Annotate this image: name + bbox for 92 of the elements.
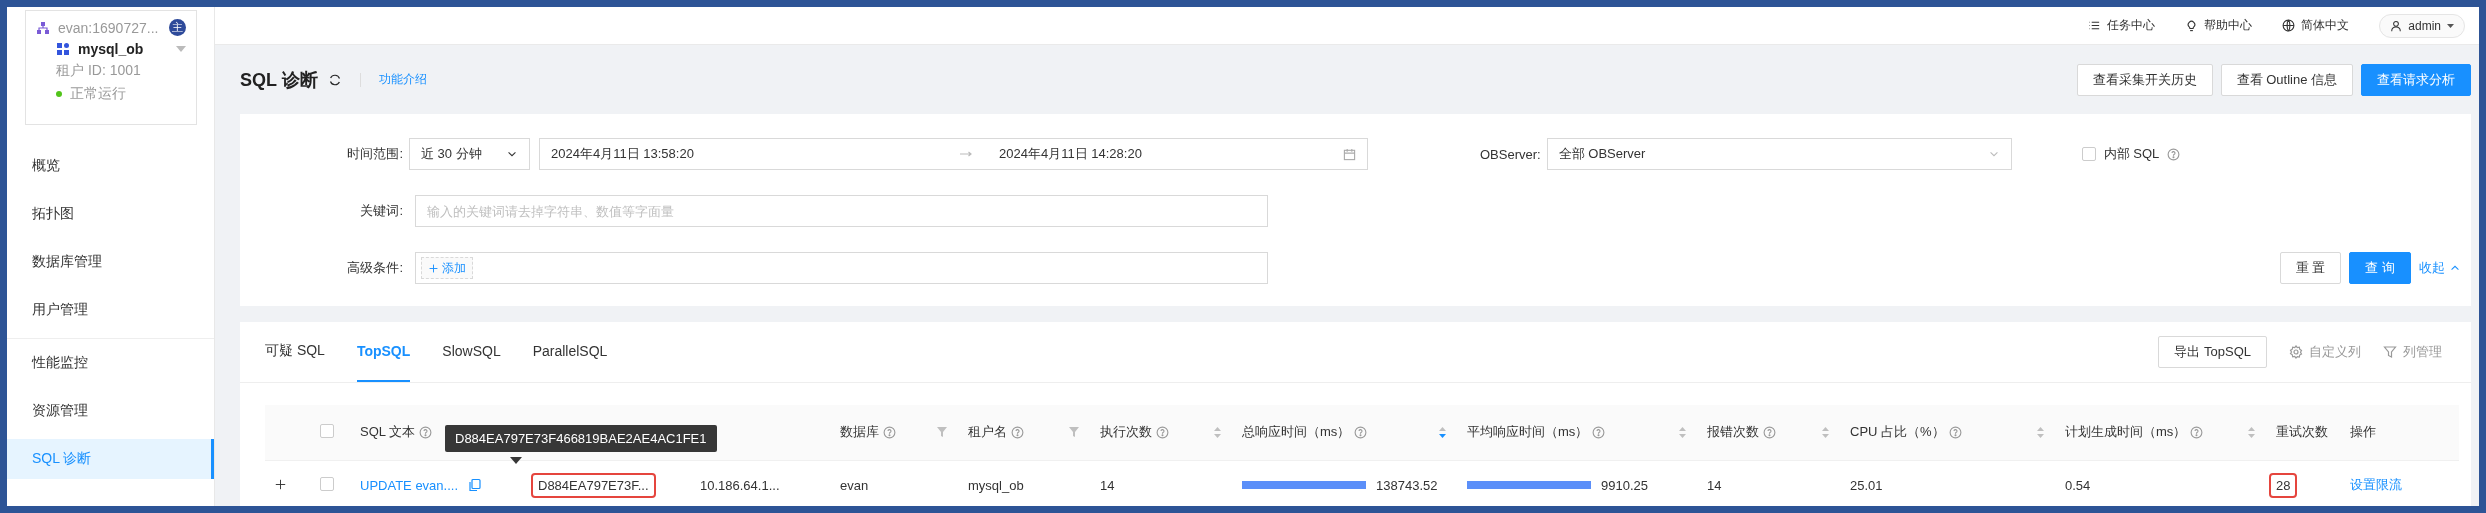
table-cell: 14 [1100,477,1115,493]
sidebar-item[interactable]: 性能监控 [7,343,214,383]
column-header: 报错次数 [1697,405,1840,460]
gear-icon [2289,345,2303,359]
table-cell: 10.186.64.1... [700,477,780,493]
column-header: 操作 [2340,405,2459,460]
caret-icon[interactable] [176,46,186,52]
topbar-link[interactable]: 简体中文 [2282,17,2350,34]
table-cell: 28 [2269,472,2298,498]
calendar-icon [1343,147,1356,161]
help-icon [2190,425,2204,439]
field-label: 高级条件: [346,259,404,277]
grid-icon [56,42,70,56]
tooltip: D884EA797E73F466819BAE2AE4AC1FE1 [445,425,717,452]
page-title: SQL 诊断 [240,68,318,92]
help-icon [1763,425,1776,439]
tab[interactable]: ParallelSQL [532,322,608,382]
help-icon [883,425,896,439]
table-cell: 0.54 [2065,477,2091,493]
topbar-link[interactable]: 任务中心 [2088,17,2156,34]
expand-icon [275,478,286,490]
topbar-link[interactable]: 帮助中心 [2185,17,2253,34]
plus-icon [428,262,439,274]
tenant-name: mysql_ob [78,41,144,57]
table-cell-text: 138743.52 [1376,477,1439,493]
table-cell-text: 9910.25 [1601,477,1649,493]
tab[interactable]: SlowSQL [442,322,501,382]
export-button[interactable]: 导出 TopSQL [2158,336,2267,368]
user-menu[interactable]: admin [2379,13,2465,38]
column-header: 计划生成时间（ms） [2055,405,2266,460]
time-preset-select[interactable]: 近 30 分钟 [409,138,530,170]
sort-icon[interactable] [1438,425,1447,439]
reset-button[interactable]: 重 置 [2279,252,2342,284]
sidebar-item[interactable]: 数据库管理 [7,242,214,282]
sort-icon[interactable] [2036,425,2045,439]
lightbulb-icon [2185,19,2199,32]
tooltip-arrow [510,457,522,464]
column-header: 总响应时间（ms） [1232,405,1457,460]
column-header: 数据库 [830,405,958,460]
column-header: 租户名 [958,405,1090,460]
sidebar-item[interactable]: 拓扑图 [7,194,214,234]
column-header: 重试次数 [2266,405,2340,460]
help-icon [419,425,433,439]
action-button[interactable]: 查看 Outline 信息 [2220,63,2353,96]
sort-icon[interactable] [1213,425,1222,439]
column-header: 执行次数 [1090,405,1232,460]
list-icon [2088,19,2102,32]
copy-icon [468,478,482,493]
caret-icon [2447,23,2454,28]
tenant-id: 租户 ID: 1001 [56,62,141,80]
field-label: 时间范围: [346,145,404,163]
filter-icon [2383,345,2397,359]
cluster-name: evan:1690727... [58,19,159,36]
user-icon [2390,19,2403,32]
checkbox[interactable] [320,423,334,438]
help-icon [1592,425,1606,439]
globe-icon [2282,19,2296,32]
table-cell: 14 [1707,477,1722,493]
sidebar-item[interactable]: 资源管理 [7,391,214,431]
sort-icon[interactable] [1678,425,1687,439]
action-button[interactable]: 查看采集开关历史 [2076,63,2213,96]
sidebar-item[interactable]: 概览 [7,146,214,186]
sort-icon[interactable] [1821,425,1830,439]
table-cell: 25.01 [1850,477,1883,493]
help-icon [1011,425,1024,439]
field-label: OBServer: [1480,146,1541,162]
checkbox-label: 内部 SQL [2103,145,2160,163]
checkbox[interactable] [320,476,334,491]
field-label: 关键词: [359,202,404,220]
help-icon [1156,425,1169,439]
date-range-field[interactable]: 2024年4月11日 13:58:20 2024年4月11日 14:28:20 [539,138,1368,170]
observer-select[interactable]: 全部 OBServer [1546,138,2012,170]
filter-icon[interactable] [1068,426,1080,439]
keyword-field[interactable]: 输入的关键词请去掉字符串、数值等字面量 [415,195,1268,227]
table-cell: evan [840,477,869,493]
table-cell: D884EA797E73F... [531,472,656,498]
column-header: CPU 占比（%） [1840,405,2055,460]
help-icon [1354,425,1368,439]
primary-badge: 主 [169,19,186,36]
sort-icon[interactable] [2247,425,2256,439]
filter-icon[interactable] [936,426,948,439]
sidebar-item[interactable]: 用户管理 [7,290,214,330]
cluster-icon [36,20,50,35]
refresh-icon [327,72,342,87]
tab[interactable]: 可疑 SQL [265,322,325,382]
checkbox[interactable] [2081,147,2096,161]
column-header: 平均响应时间（ms） [1457,405,1697,460]
table-cell: mysql_ob [968,477,1024,493]
help-icon [2167,147,2181,161]
status-text: 正常运行 [70,85,126,103]
tenant-card[interactable]: evan:1690727... 主 mysql_ob 租户 ID: 1001 正常运行 [25,10,197,125]
help-icon [1948,425,1962,439]
